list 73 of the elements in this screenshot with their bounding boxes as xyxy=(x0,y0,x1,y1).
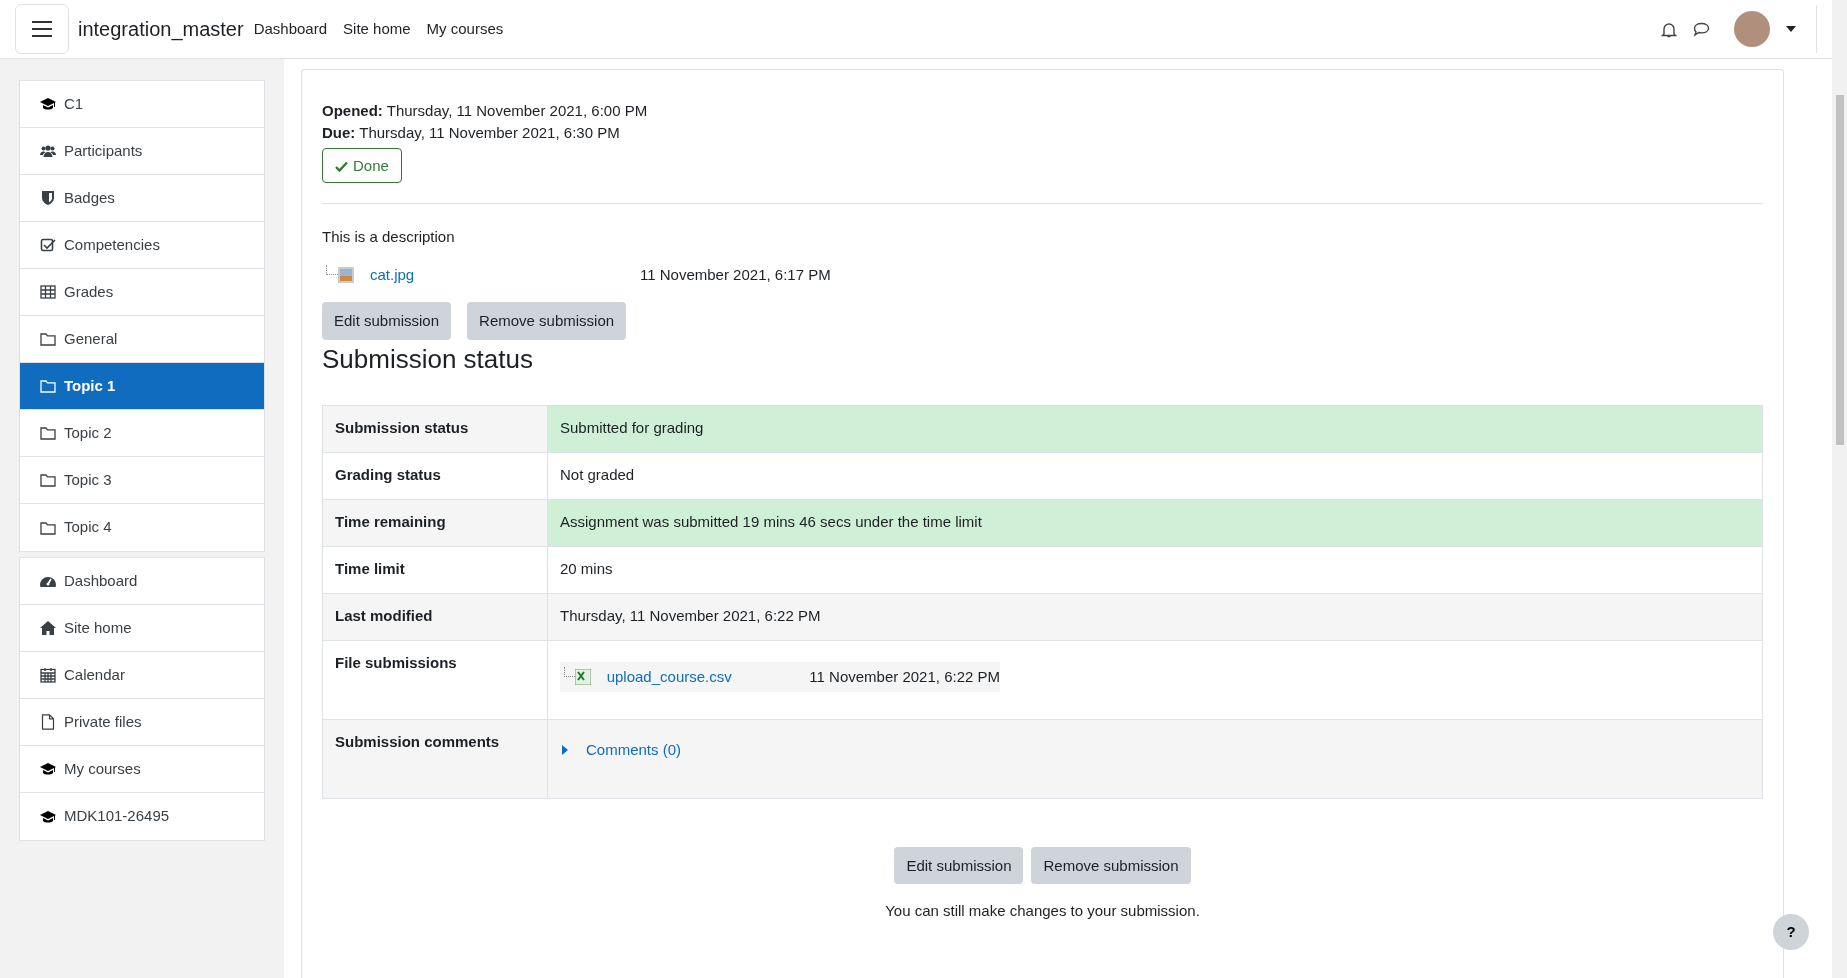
sidebar-item[interactable]: Competencies xyxy=(20,222,264,269)
folder-icon xyxy=(40,331,56,347)
sidebar-item[interactable]: Badges xyxy=(20,175,264,222)
caret-right-icon xyxy=(560,744,570,755)
table-cell: Assignment was submitted 19 mins 46 secs under the time limit xyxy=(547,499,1763,547)
description-text: This is a description xyxy=(322,227,456,248)
image-file-icon xyxy=(338,266,354,283)
file-link[interactable]: upload_course.csv xyxy=(606,665,810,689)
submission-button[interactable]: Edit submission xyxy=(894,846,1024,885)
sidebar-item[interactable]: Private files xyxy=(20,699,264,746)
row-label: Submission comments xyxy=(322,719,548,799)
sidebar-item[interactable]: Site home xyxy=(20,605,264,652)
help-button[interactable]: ? xyxy=(1773,914,1809,950)
sidebar-item[interactable]: C1 xyxy=(20,81,264,128)
graduation-cap-icon xyxy=(40,761,56,777)
sidebar-item[interactable]: Topic 3 xyxy=(20,457,264,504)
sidebar-item[interactable]: Grades xyxy=(20,269,264,316)
submission-button[interactable]: Remove submission xyxy=(1031,846,1191,885)
comments-toggle[interactable]: Comments (0) xyxy=(560,738,682,762)
done-button[interactable]: Done xyxy=(322,147,402,184)
caret-down-icon[interactable] xyxy=(1786,26,1796,32)
house-icon xyxy=(40,620,56,636)
nav-link[interactable]: My courses xyxy=(426,17,504,41)
nav-link[interactable]: Dashboard xyxy=(253,17,328,41)
date-line: Due: Thursday, 11 November 2021, 6:30 PM xyxy=(322,122,621,143)
table-icon xyxy=(40,284,56,300)
row-label: Last modified xyxy=(322,593,548,641)
sidebar-item[interactable]: Calendar xyxy=(20,652,264,699)
file-date: 11 November 2021, 6:22 PM xyxy=(809,666,1000,687)
graduation-cap-icon xyxy=(40,96,56,112)
spreadsheet-file-icon xyxy=(574,668,591,685)
sidebar-item[interactable]: Topic 2 xyxy=(20,410,264,457)
check-icon xyxy=(335,161,348,173)
chat-bubble-icon[interactable] xyxy=(1693,21,1710,37)
row-label: Time remaining xyxy=(322,499,548,547)
sidebar-item[interactable]: Topic 1 xyxy=(20,363,264,410)
sidebar-item[interactable]: Topic 4 xyxy=(20,504,264,551)
info-text: You can still make changes to your submission. xyxy=(884,901,1201,922)
notification-bell-icon[interactable] xyxy=(1661,20,1677,38)
row-label: Time limit xyxy=(322,546,548,594)
table-cell: Thursday, 11 November 2021, 6:22 PM xyxy=(547,593,1763,641)
file-link[interactable]: cat.jpg xyxy=(370,264,640,286)
sidebar-item[interactable]: Dashboard xyxy=(20,558,264,605)
menu-icon xyxy=(30,20,54,38)
shield-icon xyxy=(40,190,56,206)
table-cell: Not graded xyxy=(547,452,1763,500)
checkbox-icon xyxy=(40,237,56,253)
nav-link[interactable]: Site home xyxy=(343,17,411,41)
date-line: Opened: Thursday, 11 November 2021, 6:00 PM xyxy=(322,101,649,121)
row-label: File submissions xyxy=(322,640,548,720)
sidebar-item[interactable]: My courses xyxy=(20,746,264,793)
row-label: Submission status xyxy=(322,405,548,453)
file-date: 11 November 2021, 6:17 PM xyxy=(640,265,831,285)
folder-icon xyxy=(40,425,56,441)
calendar-icon xyxy=(40,667,56,683)
sidebar-item[interactable]: Participants xyxy=(20,128,264,175)
user-avatar[interactable] xyxy=(1734,11,1770,47)
menu-button[interactable] xyxy=(15,4,69,54)
folder-icon xyxy=(40,519,56,536)
scrollbar[interactable] xyxy=(1832,0,1847,978)
table-cell: Submitted for grading xyxy=(547,405,1763,453)
section-heading: Submission status xyxy=(322,343,534,375)
people-icon xyxy=(40,143,56,159)
site-name[interactable]: integration_master xyxy=(78,14,244,44)
table-cell: 20 mins xyxy=(547,546,1763,594)
submission-button[interactable]: Remove submission xyxy=(467,301,627,340)
file-icon xyxy=(40,714,56,730)
folder-icon xyxy=(40,378,56,394)
graduation-cap-icon xyxy=(40,808,56,825)
submission-button[interactable]: Edit submission xyxy=(322,301,452,340)
sidebar-item[interactable]: MDK101-26495 xyxy=(20,793,264,840)
folder-icon xyxy=(40,472,56,488)
row-label: Grading status xyxy=(322,452,548,500)
